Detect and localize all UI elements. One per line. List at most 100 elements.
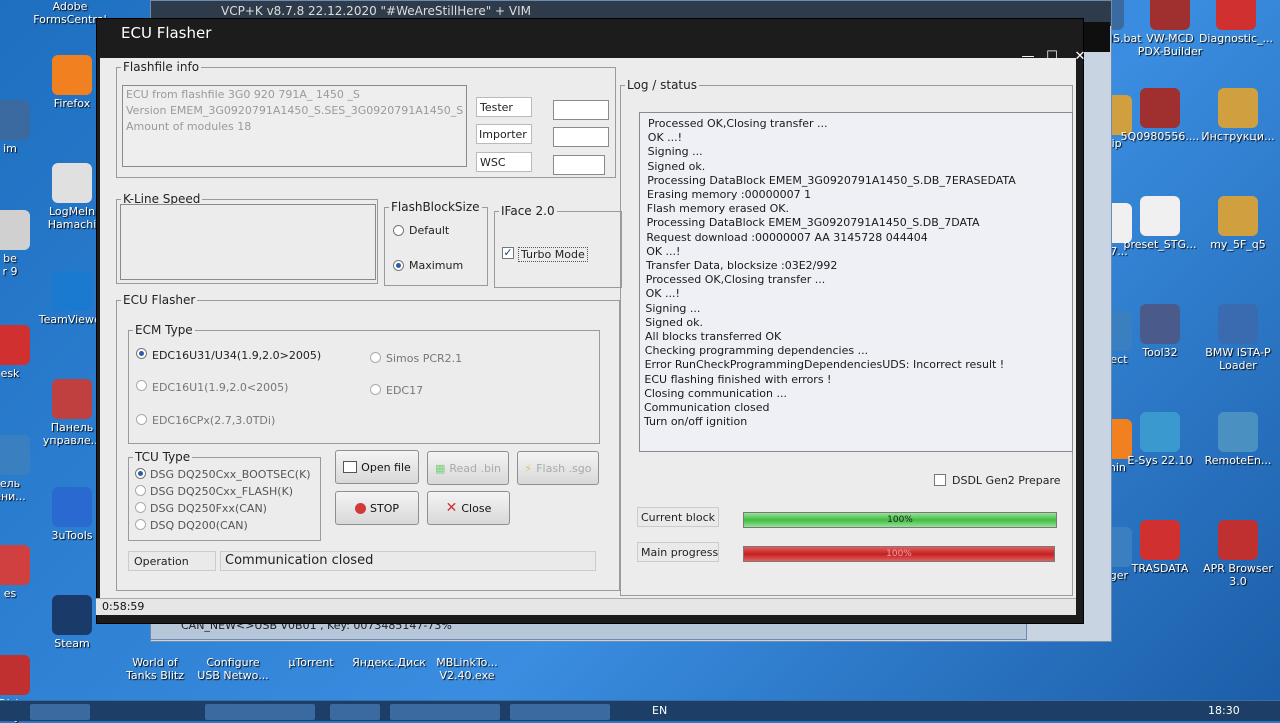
- desktop-icon[interactable]: es: [0, 545, 50, 600]
- turbo-mode-checkbox[interactable]: ✓: [502, 247, 514, 259]
- app-icon: [0, 100, 30, 140]
- operation-value: Communication closed: [225, 553, 374, 568]
- tcu-dq200-label: DSQ DQ200(CAN): [150, 519, 248, 532]
- desktop-icon[interactable]: E-Sys 22.10: [1120, 412, 1200, 467]
- desktop-icon-label: µTorrent: [288, 656, 334, 669]
- log-line: Flash memory erased OK.: [646, 202, 789, 216]
- current-block-percent: 100%: [887, 515, 913, 525]
- desktop-icon-label: ель ени...: [0, 477, 26, 503]
- taskbar-button[interactable]: [205, 704, 315, 720]
- desktop-icon[interactable]: Tool32: [1120, 304, 1200, 359]
- tcu-bootsec-radio[interactable]: [135, 468, 146, 479]
- log-status-legend: Log / status: [627, 78, 697, 92]
- folder-icon: [343, 461, 358, 473]
- log-line: Processing DataBlock EMEM_3G0920791A1450…: [646, 216, 980, 230]
- desktop-icon-label: RemoteEn...: [1204, 454, 1272, 467]
- ecu-flasher-legend: ECU Flasher: [123, 293, 196, 307]
- wsc-field[interactable]: [553, 155, 605, 175]
- flashblock-default-radio[interactable]: [393, 225, 404, 236]
- ecm-edc16u1-radio[interactable]: [136, 380, 147, 391]
- flashfile-version-line: Version EMEM_3G0920791A1450_S.SES_3G0920…: [126, 104, 464, 117]
- desktop-icon-label: Яндекс.Диск: [352, 656, 426, 669]
- desktop-icon-label: Configure USB Netwo...: [197, 656, 269, 682]
- open-file-label: Open file: [361, 460, 411, 474]
- ecm-simos-radio[interactable]: [370, 352, 381, 363]
- ecm-type-legend: ECM Type: [135, 323, 193, 337]
- read-bin-label: Read .bin: [449, 461, 502, 475]
- desktop-icon[interactable]: BMW ISTA-P Loader: [1198, 304, 1278, 372]
- desktop-icon-label: TRASDATA: [1131, 562, 1189, 575]
- read-bin-button[interactable]: ▦ Read .bin: [427, 451, 509, 485]
- desktop-icon[interactable]: esk: [0, 325, 50, 380]
- tcu-dq200-radio[interactable]: [135, 519, 146, 530]
- desktop-icon-label: be r 9: [2, 252, 18, 278]
- taskbar-button[interactable]: [330, 704, 380, 720]
- desktop-icon-label: LogMeIn Hamachi: [47, 205, 97, 231]
- status-time: 0:58:59: [102, 600, 145, 613]
- app-icon: [1216, 0, 1256, 30]
- log-line: All blocks transferred OK: [645, 330, 782, 343]
- tcu-flash-radio[interactable]: [135, 485, 146, 496]
- app-icon: [1150, 0, 1190, 30]
- desktop-icon-label: my_5F_q5: [1210, 238, 1266, 251]
- log-line: OK ...!: [646, 244, 681, 258]
- app-icon: [52, 271, 92, 311]
- taskbar-button[interactable]: [390, 704, 500, 720]
- desktop-icon-label: 5Q0980556....: [1120, 130, 1200, 143]
- app-icon: [1218, 88, 1258, 128]
- desktop-icon[interactable]: 5Q0980556....: [1120, 88, 1200, 143]
- importer-field[interactable]: [553, 127, 609, 147]
- taskbar: EN 18:30: [0, 700, 1280, 721]
- taskbar-clock[interactable]: 18:30: [1208, 704, 1240, 717]
- app-icon: [0, 655, 30, 695]
- taskbar-language[interactable]: EN: [652, 704, 667, 717]
- desktop-icon[interactable]: TRASDATA: [1120, 520, 1200, 575]
- log-line: Communication closed: [644, 401, 770, 414]
- desktop-icon-label: World of Tanks Blitz: [126, 656, 184, 682]
- close-button[interactable]: ✕ Close: [427, 491, 510, 525]
- flash-icon: ⚡: [524, 461, 533, 475]
- ecm-edc16cpx-label: EDC16CPx(2.7,3.0TDi): [152, 414, 276, 427]
- desktop-icon[interactable]: APR Browser 3.0: [1198, 520, 1278, 588]
- log-line: Signed ok.: [647, 159, 706, 173]
- log-textarea[interactable]: Processed OK,Closing transfer ... OK ...!…: [639, 112, 1073, 452]
- operation-value-box: Communication closed: [220, 551, 596, 571]
- ecm-edc16cpx-radio[interactable]: [136, 414, 147, 425]
- ecm-edc16u31-radio[interactable]: [136, 348, 147, 359]
- app-icon: [0, 325, 30, 365]
- main-progress-label-box: Main progress: [637, 542, 719, 562]
- desktop-icon-label: es: [3, 587, 17, 600]
- flashfile-ecu-line: ECU from flashfile 3G0 920 791A_ 1450 _S: [126, 88, 360, 101]
- desktop-icon[interactable]: Инструкци...: [1198, 88, 1278, 143]
- operation-label: Operation: [134, 555, 189, 568]
- desktop-icon[interactable]: my_5F_q5: [1198, 196, 1278, 251]
- flash-sgo-button[interactable]: ⚡ Flash .sgo: [517, 451, 599, 485]
- desktop-icon[interactable]: Diagnostic_...: [1196, 0, 1276, 45]
- open-file-button[interactable]: Open file: [335, 450, 419, 484]
- taskbar-button[interactable]: [30, 704, 90, 720]
- app-icon: [1140, 412, 1180, 452]
- desktop-icon[interactable]: RemoteEn...: [1198, 412, 1278, 467]
- app-icon: [0, 210, 30, 250]
- stop-button[interactable]: STOP: [335, 491, 419, 525]
- main-progress-bar: 100%: [743, 546, 1055, 562]
- log-line: Processed OK,Closing transfer ...: [648, 117, 828, 130]
- tester-field[interactable]: [553, 100, 609, 120]
- app-icon: [1218, 412, 1258, 452]
- operation-label-box: Operation: [128, 551, 216, 571]
- desktop-icon[interactable]: preset_STG...: [1120, 196, 1200, 251]
- ecm-edc17-radio[interactable]: [370, 384, 381, 395]
- app-icon: [52, 595, 92, 635]
- app-icon: [52, 379, 92, 419]
- tcu-dq250fxx-radio[interactable]: [135, 502, 146, 513]
- app-icon: [1140, 304, 1180, 344]
- window-title: ECU Flasher: [121, 24, 212, 42]
- desktop-icon-label: Панель управле...: [42, 421, 102, 447]
- dsdl-gen2-checkbox[interactable]: [934, 474, 946, 486]
- log-line: Signing ...: [645, 301, 701, 315]
- log-line: Processed OK,Closing transfer ...: [645, 273, 826, 287]
- taskbar-button[interactable]: [510, 704, 610, 720]
- log-line: ECU flashing finished with errors !: [644, 372, 832, 386]
- current-block-progress: 100%: [743, 512, 1057, 528]
- flashblock-maximum-radio[interactable]: [393, 260, 404, 271]
